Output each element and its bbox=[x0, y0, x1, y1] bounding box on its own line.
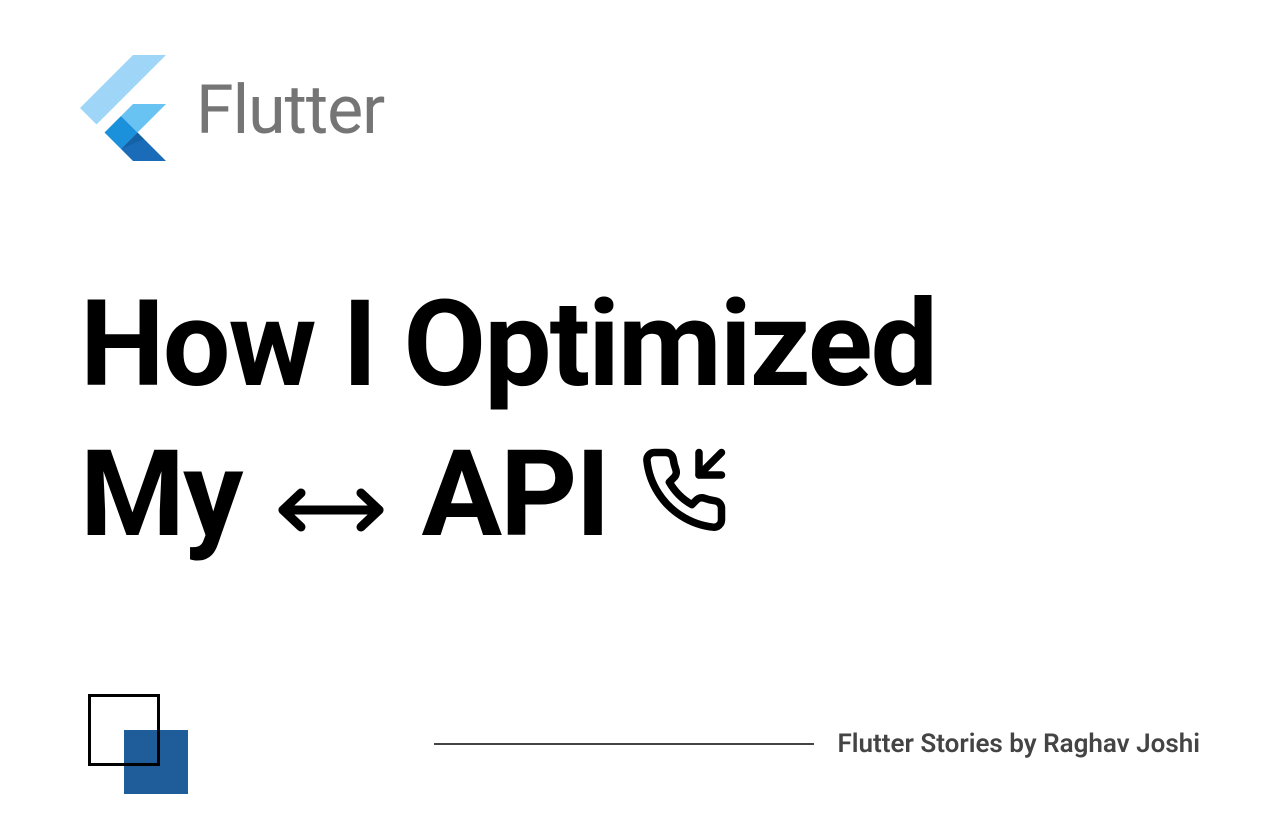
title-word-api: API bbox=[421, 420, 608, 570]
flutter-logo-icon bbox=[80, 55, 166, 165]
footer-byline-area: Flutter Stories by Raghav Joshi bbox=[434, 729, 1201, 759]
flutter-wordmark: Flutter bbox=[196, 70, 384, 150]
title-area: How I Optimized My API bbox=[80, 270, 1200, 570]
phone-incoming-icon bbox=[639, 420, 729, 570]
title-word-my: My bbox=[80, 420, 241, 570]
byline-text: Flutter Stories by Raghav Joshi bbox=[838, 729, 1201, 759]
divider-line bbox=[434, 743, 814, 745]
title-line-2: My API bbox=[80, 420, 1200, 570]
header-logo-area: Flutter bbox=[80, 55, 384, 165]
overlapping-squares-icon bbox=[88, 694, 188, 794]
title-line-1: How I Optimized bbox=[80, 270, 1200, 420]
footer-area: Flutter Stories by Raghav Joshi bbox=[88, 694, 1200, 794]
bidirectional-arrow-icon bbox=[271, 420, 391, 570]
